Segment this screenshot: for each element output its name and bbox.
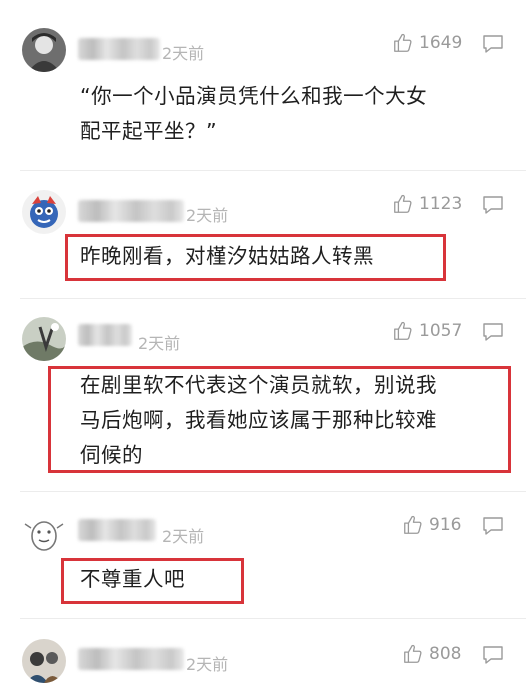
like-button[interactable]: 808: [402, 642, 461, 666]
reply-button[interactable]: [482, 645, 504, 665]
portrait-avatar-icon: [22, 28, 66, 72]
like-button[interactable]: 916: [402, 513, 461, 537]
people-avatar-icon: [22, 639, 66, 683]
reply-button[interactable]: [482, 34, 504, 54]
reply-button[interactable]: [482, 322, 504, 342]
like-button[interactable]: 1057: [392, 319, 462, 343]
comment-text: 昨晚刚看，对槿汐姑姑路人转黑: [80, 244, 374, 268]
thumbs-up-icon: [394, 33, 412, 52]
comment-time: 2天前: [162, 44, 205, 63]
cartoon-avatar-icon: [22, 190, 66, 234]
username-blurred[interactable]: [78, 324, 132, 346]
thumbs-up-icon: [394, 194, 412, 213]
avatar[interactable]: [22, 28, 66, 72]
reply-button[interactable]: [482, 516, 504, 536]
thumbs-up-icon: [394, 321, 412, 340]
like-count: 1123: [419, 194, 463, 214]
comment-item: 2天前 808: [0, 619, 526, 685]
speech-bubble-icon: [483, 646, 503, 664]
comment-item: 2天前 1649 “你一个小品演员凭什么和我一个大女 配平起平坐？”: [0, 0, 526, 170]
comment-item: 2天前 1057 在剧里软不代表这个演员就软，别说我 马后炮啊，我看她应该属于那…: [0, 299, 526, 491]
comment-time: 2天前: [138, 334, 181, 353]
avatar[interactable]: [22, 317, 66, 361]
comment-time: 2天前: [186, 655, 229, 674]
like-count: 1649: [419, 33, 463, 53]
speech-bubble-icon: [483, 323, 503, 341]
thumbs-up-icon: [404, 644, 422, 663]
comment-text: 不尊重人吧: [80, 567, 185, 591]
comment-item: 2天前 1123 昨晚刚看，对槿汐姑姑路人转黑: [0, 171, 526, 298]
username-blurred[interactable]: [78, 38, 160, 60]
avatar[interactable]: [22, 190, 66, 234]
reply-button[interactable]: [482, 195, 504, 215]
speech-bubble-icon: [483, 35, 503, 53]
comment-text: “你一个小品演员凭什么和我一个大女 配平起平坐？”: [80, 84, 428, 143]
speech-bubble-icon: [483, 196, 503, 214]
comment-item: 2天前 916 不尊重人吧: [0, 492, 526, 618]
comment-time: 2天前: [186, 206, 229, 225]
comment-text: 在剧里软不代表这个演员就软，别说我 马后炮啊，我看她应该属于那种比较难 伺候的: [80, 373, 437, 467]
username-blurred[interactable]: [78, 519, 156, 541]
username-blurred[interactable]: [78, 200, 184, 222]
like-count: 1057: [419, 321, 463, 341]
doodle-avatar-icon: [22, 510, 66, 554]
like-count: 808: [429, 644, 462, 664]
speech-bubble-icon: [483, 517, 503, 535]
like-button[interactable]: 1123: [392, 192, 462, 216]
username-blurred[interactable]: [78, 648, 184, 670]
like-button[interactable]: 1649: [392, 31, 462, 55]
thumbs-up-icon: [404, 515, 422, 534]
like-count: 916: [429, 515, 462, 535]
avatar[interactable]: [22, 510, 66, 554]
avatar[interactable]: [22, 639, 66, 683]
comment-time: 2天前: [162, 527, 205, 546]
landscape-avatar-icon: [22, 317, 66, 361]
